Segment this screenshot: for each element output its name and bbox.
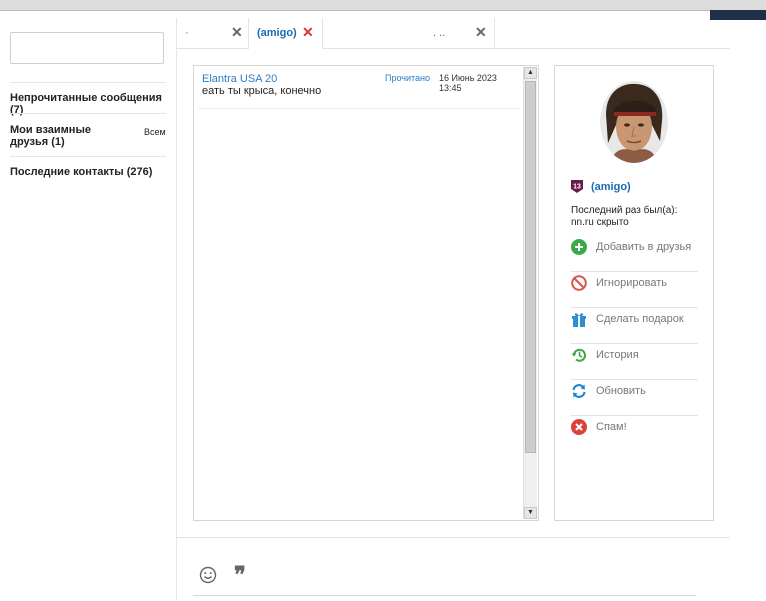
chat-tabs: · ✕ (amigo) ✕ . .. ✕ (177, 18, 730, 49)
sidebar-divider (10, 113, 166, 114)
close-icon[interactable]: ✕ (302, 24, 314, 41)
gift-icon (571, 311, 587, 327)
tab-chat-amigo[interactable]: (amigo) ✕ (249, 18, 323, 49)
message-text: еать ты крыса, конечно (202, 85, 322, 97)
action-label: Сделать подарок (596, 313, 684, 325)
message-status: Прочитано (385, 73, 430, 83)
tab-label: . .. (433, 27, 446, 39)
sidebar-item-label: Последние контакты (276) (10, 166, 153, 178)
refresh-icon (571, 383, 587, 399)
message-scrollbar[interactable]: ▲ ▼ (523, 67, 537, 519)
sidebar-divider (10, 82, 166, 83)
spam-button[interactable]: Спам! (571, 416, 698, 452)
tab-chat-3[interactable]: . .. ✕ (323, 18, 495, 48)
spam-icon (571, 419, 587, 435)
refresh-button[interactable]: Обновить (571, 380, 698, 416)
profile-username-link[interactable]: (amigo) (591, 181, 631, 193)
ignore-button[interactable]: Игнорировать (571, 272, 698, 308)
message-timestamp: 16 Июнь 2023 13:45 (439, 73, 497, 93)
message-sender-link[interactable]: Elantra USA 20 (202, 73, 277, 85)
message-history-area (198, 108, 520, 509)
action-label: Спам! (596, 421, 627, 433)
svg-text:13: 13 (573, 184, 581, 191)
compose-divider (177, 537, 730, 538)
last-seen-text: Последний раз был(а): nn.ru скрыто (571, 205, 678, 228)
block-icon (571, 275, 587, 291)
action-label: История (596, 349, 639, 361)
search-input[interactable] (10, 32, 164, 64)
message-compose-input[interactable] (193, 595, 696, 601)
add-friend-button[interactable]: Добавить в друзья (571, 236, 698, 272)
sidebar-divider (10, 156, 166, 157)
history-icon (571, 347, 587, 363)
scrollbar-thumb[interactable] (525, 81, 536, 453)
message-header: Elantra USA 20 Прочитано 16 Июнь 2023 13… (202, 73, 518, 93)
send-gift-button[interactable]: Сделать подарок (571, 308, 698, 344)
emoji-icon[interactable] (199, 566, 217, 584)
quote-icon[interactable]: ❞ (234, 564, 246, 586)
close-icon[interactable]: ✕ (231, 24, 243, 41)
friends-all-link[interactable]: Всем (144, 127, 174, 137)
browser-toolbar (0, 0, 766, 20)
action-label: Игнорировать (596, 277, 667, 289)
tab-label: · (185, 27, 189, 39)
message-pane: Elantra USA 20 Прочитано 16 Июнь 2023 13… (193, 65, 539, 521)
level-badge-icon: 13 (571, 180, 583, 193)
sidebar-item-label: Мои взаимные друзья (1) (10, 124, 91, 148)
profile-card: 13 (amigo) Последний раз был(а): nn.ru с… (554, 65, 714, 521)
sidebar-item-recent-contacts[interactable]: Последние контакты (276) (10, 166, 166, 178)
action-label: Добавить в друзья (596, 241, 692, 253)
avatar[interactable] (600, 81, 668, 163)
history-button[interactable]: История (571, 344, 698, 380)
plus-circle-icon (571, 239, 587, 255)
tab-chat-1[interactable]: · ✕ (177, 18, 249, 48)
close-icon[interactable]: ✕ (475, 24, 487, 41)
sidebar: Непрочитанные сообщения (7) Мои взаимные… (0, 18, 177, 600)
scroll-down-arrow-icon[interactable]: ▼ (524, 507, 537, 519)
sidebar-item-mutual-friends[interactable]: Мои взаимные друзья (1) (10, 124, 130, 148)
action-label: Обновить (596, 385, 646, 397)
tab-label: (amigo) (257, 27, 297, 39)
scroll-up-arrow-icon[interactable]: ▲ (524, 67, 537, 79)
